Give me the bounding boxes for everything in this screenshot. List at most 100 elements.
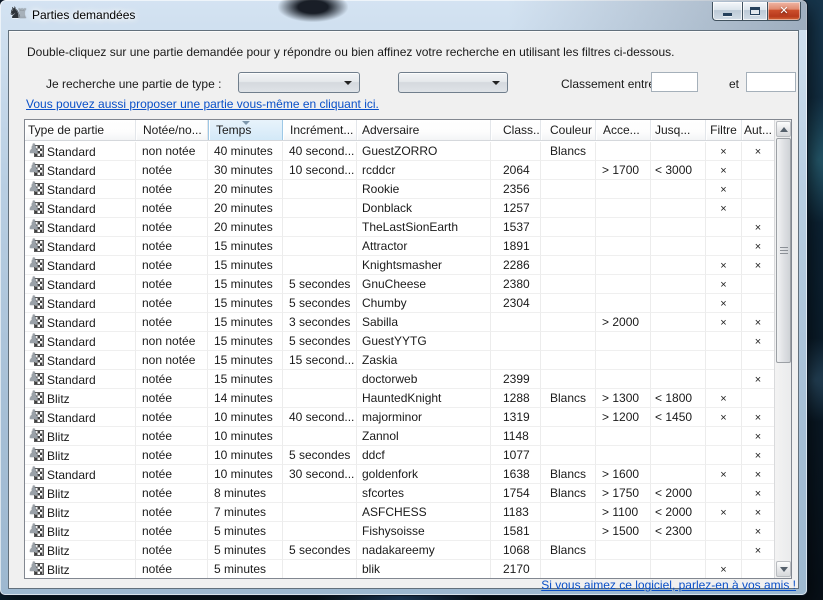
- cell-text: Blancs: [550, 467, 586, 481]
- cell-increment: [283, 522, 357, 541]
- cell-auto: ×: [742, 408, 774, 427]
- column-header-auto[interactable]: Aut...: [742, 120, 774, 140]
- cell-filter: [706, 237, 742, 256]
- cell-text: ×: [755, 488, 761, 500]
- cell-rating: 2064: [491, 161, 541, 180]
- column-header-type[interactable]: Type de partie: [25, 120, 136, 140]
- table-row[interactable]: ♟Standardnotée10 minutes40 second...majo…: [25, 408, 774, 427]
- cell-increment: 40 second...: [283, 142, 357, 161]
- table-row[interactable]: ♟Blitznotée5 minutesblik2170×: [25, 560, 774, 578]
- cell-text: notée: [142, 315, 172, 329]
- scroll-down-button[interactable]: [776, 561, 791, 577]
- table-row[interactable]: ♟Blitznotée7 minutesASFCHESS1183> 1100< …: [25, 503, 774, 522]
- cell-text: Standard: [47, 164, 96, 178]
- cell-text: Blitz: [47, 430, 70, 444]
- column-header-opponent[interactable]: Adversaire: [357, 120, 491, 140]
- scrollbar-thumb[interactable]: [776, 138, 791, 363]
- cell-rating: 1581: [491, 522, 541, 541]
- cell-increment: 5 secondes: [283, 541, 357, 560]
- table-row[interactable]: ♟Blitznotée5 minutes5 secondesnadakareem…: [25, 541, 774, 560]
- column-header-label: Type de partie: [28, 123, 104, 137]
- cell-text: notée: [142, 296, 172, 310]
- cell-text: 3 secondes: [289, 315, 350, 329]
- table-row[interactable]: ♟Standardnotée15 minutesdoctorweb2399×: [25, 370, 774, 389]
- table-row[interactable]: ♟Blitznotée14 minutesHauntedKnight1288Bl…: [25, 389, 774, 408]
- vertical-scrollbar[interactable]: [774, 120, 791, 578]
- cell-rating: 1319: [491, 408, 541, 427]
- titlebar[interactable]: ♞♜ Parties demandées: [0, 0, 807, 30]
- cell-text: ×: [720, 165, 726, 177]
- cell-text: HauntedKnight: [362, 391, 441, 405]
- cell-text: Standard: [47, 411, 96, 425]
- column-header-increment[interactable]: Incrément...: [283, 120, 357, 140]
- table-row[interactable]: ♟Standardnon notée15 minutes5 secondesGu…: [25, 332, 774, 351]
- cell-increment: 5 secondes: [283, 294, 357, 313]
- cell-type: ♟Blitz: [25, 522, 136, 541]
- cell-type: ♟Standard: [25, 199, 136, 218]
- column-header-rating[interactable]: Class...: [491, 120, 541, 140]
- table-row[interactable]: ♟Standardnotée15 minutes5 secondesChumby…: [25, 294, 774, 313]
- minimize-button[interactable]: [712, 2, 742, 21]
- close-button[interactable]: ✕: [768, 2, 801, 21]
- scroll-up-button[interactable]: [776, 121, 791, 137]
- table-row[interactable]: ♟Standardnotée15 minutesAttractor1891×: [25, 237, 774, 256]
- column-header-accept-to[interactable]: Jusq...: [651, 120, 706, 140]
- table-row[interactable]: ♟Blitznotée10 minutesZannol1148×: [25, 427, 774, 446]
- cell-text: Standard: [47, 221, 96, 235]
- column-header-color[interactable]: Couleur: [541, 120, 596, 140]
- table-row[interactable]: ♟Blitznotée5 minutesFishysoisse1581> 150…: [25, 522, 774, 541]
- cell-time: 30 minutes: [208, 161, 283, 180]
- cell-accept-to: < 2300: [651, 522, 706, 541]
- propose-game-link[interactable]: Vous pouvez aussi proposer une partie vo…: [26, 97, 379, 111]
- minimize-icon: [723, 13, 732, 16]
- table-row[interactable]: ♟Standardnotée30 minutes10 second...rcdd…: [25, 161, 774, 180]
- table-row[interactable]: ♟Blitznotée8 minutessfcortes1754Blancs> …: [25, 484, 774, 503]
- cell-text: < 3000: [655, 163, 692, 177]
- table-body: ♟Standardnon notée40 minutes40 second...…: [25, 142, 774, 578]
- game-type-select[interactable]: [238, 72, 360, 93]
- table-row[interactable]: ♟Standardnon notée40 minutes40 second...…: [25, 142, 774, 161]
- table-row[interactable]: ♟Standardnotée15 minutes5 secondesGnuChe…: [25, 275, 774, 294]
- cell-text: notée: [142, 505, 172, 519]
- table-row[interactable]: ♟Blitznotée10 minutes5 secondesddcf1077×: [25, 446, 774, 465]
- rating-min-input[interactable]: [651, 72, 698, 92]
- table-row[interactable]: ♟Standardnotée15 minutesKnightsmasher228…: [25, 256, 774, 275]
- rating-max-input[interactable]: [746, 72, 796, 92]
- cell-accept-from: > 1300: [596, 389, 651, 408]
- cell-color: [541, 560, 596, 578]
- table-row[interactable]: ♟Standardnotée10 minutes30 second...gold…: [25, 465, 774, 484]
- cell-rated: non notée: [136, 351, 208, 370]
- cell-accept-to: [651, 465, 706, 484]
- cell-color: [541, 275, 596, 294]
- chessboard-pawn-icon: ♟: [28, 277, 45, 291]
- column-header-time[interactable]: Temps: [208, 120, 283, 140]
- table-row[interactable]: ♟Standardnotée20 minutesTheLastSionEarth…: [25, 218, 774, 237]
- cell-accept-to: [651, 427, 706, 446]
- column-header-accept-from[interactable]: Acce...: [596, 120, 651, 140]
- cell-accept-from: [596, 446, 651, 465]
- cell-opponent: Sabilla: [357, 313, 491, 332]
- table-row[interactable]: ♟Standardnotée20 minutesDonblack1257×: [25, 199, 774, 218]
- game-subtype-select[interactable]: [398, 72, 508, 93]
- cell-color: [541, 294, 596, 313]
- table-row[interactable]: ♟Standardnon notée15 minutes15 second...…: [25, 351, 774, 370]
- cell-type: ♟Blitz: [25, 560, 136, 578]
- column-header-rated[interactable]: Notée/no...: [136, 120, 208, 140]
- cell-text: Standard: [47, 373, 96, 387]
- cell-increment: [283, 199, 357, 218]
- cell-rating: 1183: [491, 503, 541, 522]
- maximize-button[interactable]: [742, 2, 768, 21]
- table-row[interactable]: ♟Standardnotée20 minutesRookie2356×: [25, 180, 774, 199]
- cell-text: ×: [755, 469, 761, 481]
- share-link[interactable]: Si vous aimez ce logiciel, parlez-en à v…: [541, 578, 796, 592]
- cell-accept-to: [651, 256, 706, 275]
- column-header-filter[interactable]: Filtre: [706, 120, 742, 140]
- cell-text: non notée: [142, 144, 195, 158]
- cell-type: ♟Blitz: [25, 484, 136, 503]
- cell-rating: [491, 142, 541, 161]
- table-row[interactable]: ♟Standardnotée15 minutes3 secondesSabill…: [25, 313, 774, 332]
- cell-accept-from: [596, 237, 651, 256]
- cell-filter: [706, 522, 742, 541]
- cell-rated: notée: [136, 218, 208, 237]
- cell-type: ♟Standard: [25, 180, 136, 199]
